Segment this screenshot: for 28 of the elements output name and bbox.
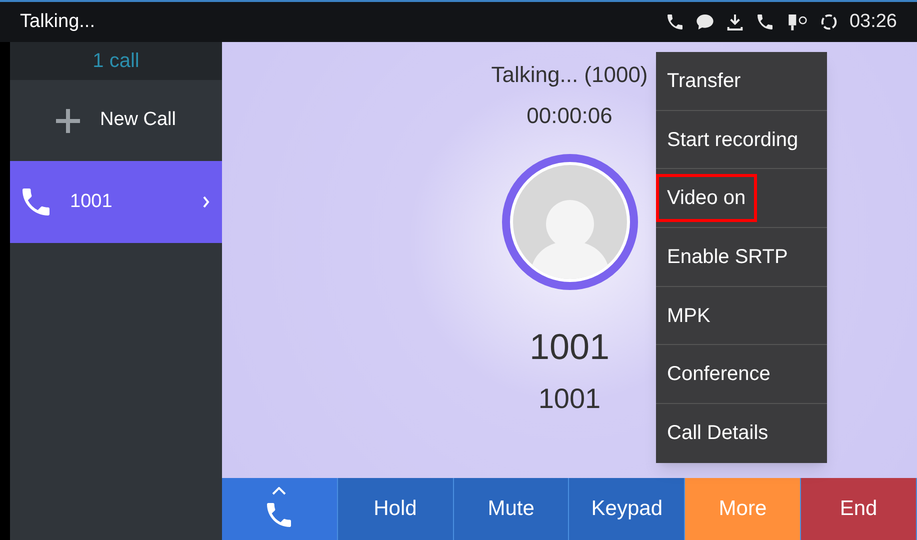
contact-name: 1001: [529, 325, 610, 369]
download-icon: [725, 12, 746, 32]
status-title: Talking...: [20, 10, 95, 34]
call-status: Talking... (1000): [491, 61, 648, 89]
chat-icon: [695, 12, 716, 32]
menu-item[interactable]: Enable SRTP: [667, 242, 788, 272]
sync-icon: [819, 12, 840, 32]
action-button[interactable]: End: [801, 478, 917, 540]
plus-icon: [56, 108, 80, 132]
menu-item[interactable]: Transfer: [667, 66, 741, 96]
menu-item[interactable]: Video on: [656, 174, 757, 222]
caret-icon: [272, 487, 286, 495]
call-count: 1 call: [92, 49, 140, 74]
phone-icon: [755, 12, 776, 32]
action-button[interactable]: Keypad: [569, 478, 686, 540]
chevron-icon: [202, 196, 210, 208]
menu-item[interactable]: Start recording: [667, 124, 798, 155]
call-duration: 00:00:06: [526, 102, 612, 130]
menu-item[interactable]: Conference: [667, 359, 770, 390]
call-item[interactable]: 1001: [10, 161, 222, 243]
contact-number: 1001: [538, 382, 601, 416]
new-call-button[interactable]: New Call: [10, 80, 222, 161]
menu-item[interactable]: MPK: [667, 300, 710, 331]
action-button[interactable]: Hold: [338, 478, 454, 540]
menu-item[interactable]: Call Details: [667, 418, 768, 448]
clock-time: 03:26: [849, 10, 897, 34]
dial-button[interactable]: [222, 478, 338, 540]
action-button[interactable]: Mute: [454, 478, 570, 540]
